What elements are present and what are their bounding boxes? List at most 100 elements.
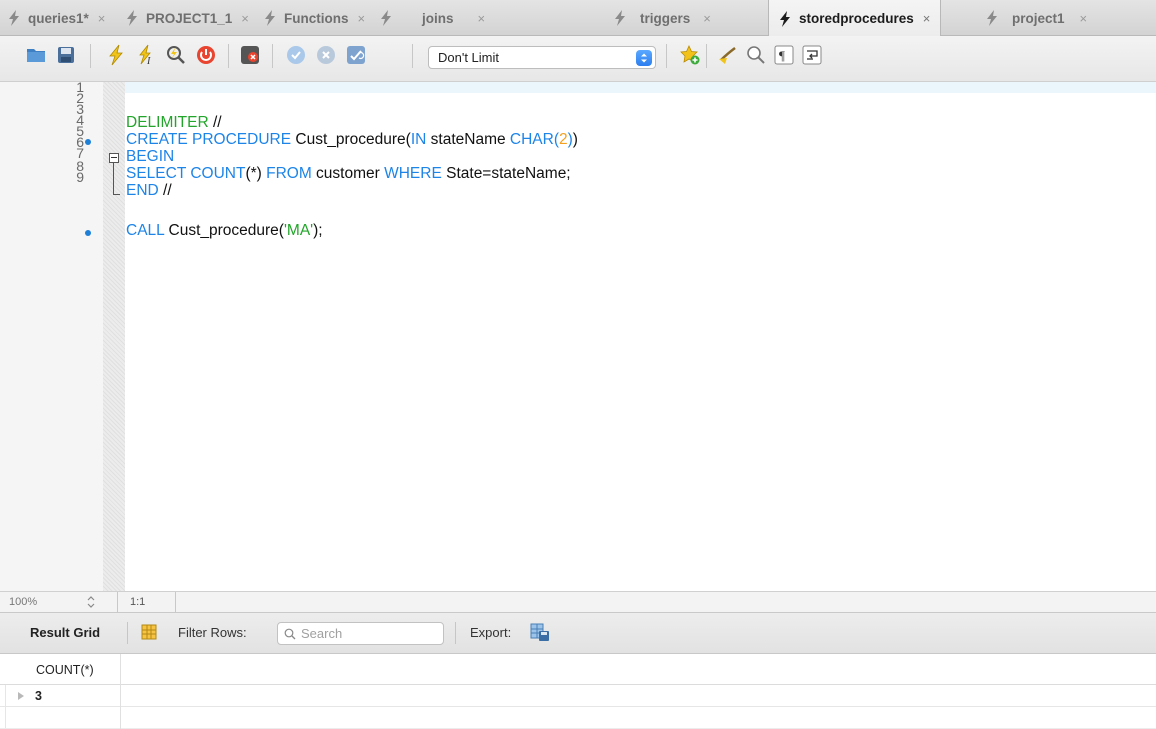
- grid-header: COUNT(*): [0, 654, 1156, 685]
- cursor-position: 1:1: [130, 596, 146, 608]
- tab-functions[interactable]: Functions ×: [264, 0, 365, 36]
- code-keyword: BEGIN: [126, 148, 175, 165]
- tab-label: PROJECT1_1: [146, 10, 233, 26]
- code-text: (*): [245, 165, 267, 182]
- close-icon[interactable]: ×: [98, 11, 106, 26]
- tab-queries1[interactable]: queries1* ×: [8, 0, 105, 36]
- tab-label: project1: [1012, 10, 1065, 26]
- wrap-lines-icon[interactable]: [798, 42, 826, 68]
- find-icon[interactable]: [742, 42, 770, 68]
- code-number: 2: [559, 131, 568, 148]
- tab-label: triggers: [640, 10, 691, 26]
- execute-current-icon[interactable]: I: [132, 42, 160, 68]
- code-keyword: FROM: [266, 165, 312, 182]
- fold-guide-end: [113, 194, 120, 195]
- rollback-icon[interactable]: [312, 42, 340, 68]
- bolt-icon: [380, 10, 392, 26]
- breakpoint-marker[interactable]: [85, 139, 91, 145]
- toolbar-separator: [127, 622, 128, 644]
- code-text: ): [572, 131, 578, 148]
- current-line-highlight: [125, 82, 1156, 93]
- tab-triggers[interactable]: triggers ×: [614, 0, 711, 36]
- code-text: customer: [311, 165, 385, 182]
- result-grid-icon[interactable]: [141, 624, 157, 640]
- close-icon[interactable]: ×: [923, 11, 931, 26]
- filter-rows-label: Filter Rows:: [178, 625, 247, 640]
- result-grid[interactable]: COUNT(*) 3: [0, 654, 1156, 729]
- explain-icon[interactable]: [162, 42, 190, 68]
- beautify-icon[interactable]: [714, 42, 742, 68]
- close-icon[interactable]: ×: [478, 11, 486, 26]
- filter-search-input[interactable]: Search: [277, 622, 444, 645]
- tab-label: joins: [422, 10, 454, 26]
- zoom-level[interactable]: 100%: [9, 596, 37, 608]
- close-icon[interactable]: ×: [1080, 11, 1088, 26]
- tab-bar: queries1* × PROJECT1_1 × Functions × joi…: [0, 0, 1156, 37]
- code-keyword: DELIMITER: [126, 114, 209, 131]
- execute-icon[interactable]: [102, 42, 130, 68]
- line-number: 3: [76, 101, 84, 117]
- status-separator: [175, 592, 176, 613]
- code-keyword: END: [126, 182, 159, 199]
- toolbar-separator: [412, 44, 413, 68]
- tab-project1-1[interactable]: PROJECT1_1 ×: [126, 0, 249, 36]
- invisible-chars-icon[interactable]: ¶: [770, 42, 798, 68]
- toolbar-separator: [272, 44, 273, 68]
- result-toolbar: Result Grid Filter Rows: Search Export:: [0, 613, 1156, 654]
- sql-editor[interactable]: 1 2 3 4 5 6 7 8 9 .ln:nth-of-type(4) { t…: [0, 79, 1156, 591]
- code-keyword: IN: [410, 131, 427, 148]
- code-keyword: WHERE: [384, 165, 442, 182]
- fold-guide: [113, 163, 114, 194]
- limit-rows-select[interactable]: Don't Limit: [428, 46, 656, 69]
- line-number: 8: [76, 158, 84, 174]
- code-line-3: DELIMITER //: [126, 114, 222, 131]
- open-folder-icon[interactable]: [22, 42, 50, 68]
- tab-label: storedprocedures: [799, 11, 914, 26]
- tab-label: Functions: [284, 10, 349, 26]
- code-line-5: BEGIN: [126, 148, 175, 165]
- export-icon[interactable]: [530, 622, 550, 642]
- fold-toggle-icon[interactable]: [109, 153, 119, 163]
- line-number: 1: [76, 79, 84, 95]
- close-icon[interactable]: ×: [358, 11, 366, 26]
- toolbar-separator: [706, 44, 707, 68]
- tab-label: queries1*: [28, 10, 89, 26]
- search-icon: [284, 628, 296, 639]
- add-snippet-icon[interactable]: [676, 42, 704, 68]
- result-grid-tab[interactable]: Result Grid: [30, 625, 100, 640]
- column-header[interactable]: COUNT(*): [36, 663, 94, 677]
- autocommit-icon[interactable]: [342, 42, 370, 68]
- table-cell[interactable]: 3: [35, 689, 42, 703]
- code-text: );: [313, 222, 323, 239]
- save-icon[interactable]: [52, 42, 80, 68]
- code-line-6: SELECT COUNT(*) FROM customer WHERE Stat…: [126, 165, 571, 182]
- close-icon[interactable]: ×: [703, 11, 711, 26]
- select-stepper-icon: [636, 50, 652, 66]
- tab-project1[interactable]: project1 ×: [986, 0, 1087, 36]
- editor-status-bar: 100% 1:1: [0, 591, 1156, 613]
- bolt-icon: [986, 10, 998, 26]
- status-separator: [117, 592, 118, 613]
- search-placeholder: Search: [301, 626, 343, 641]
- line-number: 4: [76, 112, 84, 128]
- stop-icon[interactable]: [192, 42, 220, 68]
- zoom-stepper-icon[interactable]: [86, 595, 98, 609]
- code-keyword: CHAR(: [509, 131, 559, 148]
- table-row[interactable]: 3: [0, 685, 1156, 707]
- code-text: //: [158, 182, 172, 199]
- commit-icon[interactable]: [282, 42, 310, 68]
- svg-text:¶: ¶: [779, 48, 785, 63]
- line-number: 6: [76, 134, 84, 150]
- tab-storedprocedures[interactable]: storedprocedures ×: [768, 0, 942, 37]
- code-line-4: CREATE PROCEDURE Cust_procedure(IN state…: [126, 131, 578, 148]
- code-text: stateName: [426, 131, 510, 148]
- limit-select-value: Don't Limit: [438, 50, 500, 65]
- column-divider: [120, 654, 121, 729]
- code-string: 'MA': [283, 222, 314, 239]
- toolbar-separator: [455, 622, 456, 644]
- bolt-icon: [126, 10, 138, 26]
- toggle-error-icon[interactable]: [236, 42, 264, 68]
- breakpoint-marker[interactable]: [85, 230, 91, 236]
- tab-joins[interactable]: joins ×: [380, 0, 485, 36]
- close-icon[interactable]: ×: [241, 11, 249, 26]
